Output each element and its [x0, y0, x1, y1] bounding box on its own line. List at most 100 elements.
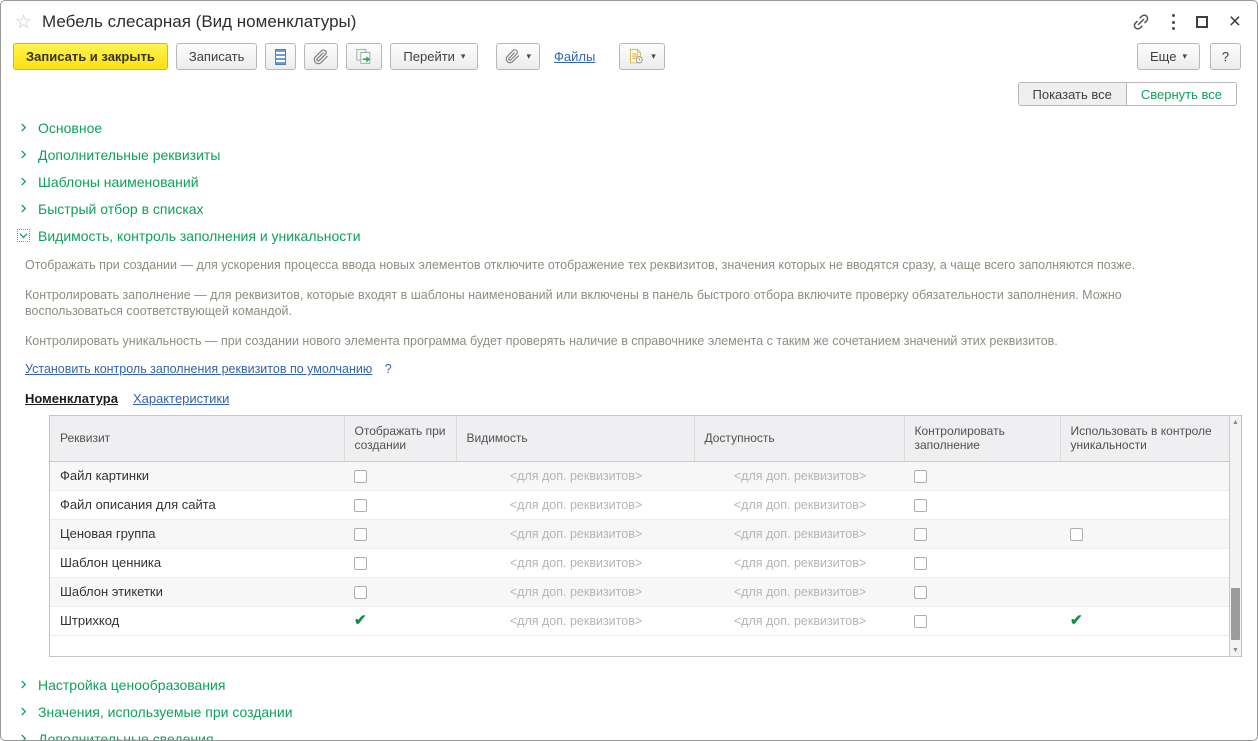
save-button[interactable]: Записать	[176, 43, 258, 70]
checkbox-unchecked[interactable]	[914, 470, 927, 483]
goto-dropdown[interactable]: Перейти ▾	[390, 43, 478, 70]
checkbox-unchecked[interactable]	[914, 499, 927, 512]
availability-cell: <для доп. реквизитов>	[694, 548, 904, 577]
placeholder-text: <для доп. реквизитов>	[466, 585, 686, 599]
placeholder-text: <для доп. реквизитов>	[704, 469, 896, 483]
attributes-grid: РеквизитОтображать при созданииВидимость…	[49, 415, 1242, 657]
visibility-cell: <для доп. реквизитов>	[456, 606, 694, 635]
section-toggle[interactable]: Дополнительные сведения	[1, 725, 1257, 741]
column-header[interactable]: Контролировать заполнение	[904, 416, 1060, 461]
scroll-up-icon[interactable]: ▲	[1230, 416, 1241, 428]
window-menu-icon[interactable]	[1172, 13, 1175, 32]
availability-cell: <для доп. реквизитов>	[694, 490, 904, 519]
paperclip-icon	[313, 49, 329, 65]
checkbox-checked[interactable]: ✔	[354, 613, 367, 630]
placeholder-text: <для доп. реквизитов>	[466, 614, 686, 628]
section-visibility-control[interactable]: Видимость, контроль заполнения и уникаль…	[1, 222, 1257, 249]
column-header[interactable]: Доступность	[694, 416, 904, 461]
table-row[interactable]: Шаблон ценника<для доп. реквизитов><для …	[50, 548, 1229, 577]
scrollbar-thumb[interactable]	[1231, 588, 1240, 640]
display-on-create-cell	[344, 490, 456, 519]
section-toggle[interactable]: Дополнительные реквизиты	[1, 141, 1257, 168]
control-fill-cell	[904, 490, 1060, 519]
section-toggle[interactable]: Шаблоны наименований	[1, 168, 1257, 195]
checkbox-unchecked[interactable]	[354, 586, 367, 599]
checkbox-unchecked[interactable]	[354, 499, 367, 512]
chevron-down-icon: ▾	[461, 51, 466, 62]
section-toggle[interactable]: Значения, используемые при создании	[1, 698, 1257, 725]
chevron-down-icon: ▾	[1182, 51, 1187, 62]
section-toggle[interactable]: Настройка ценообразования	[1, 671, 1257, 698]
table-row[interactable]: Файл описания для сайта<для доп. реквизи…	[50, 490, 1229, 519]
section-title: Дополнительные сведения	[38, 731, 214, 741]
window-title: Мебель слесарная (Вид номенклатуры)	[42, 12, 1131, 32]
copy-button[interactable]	[346, 43, 382, 70]
visibility-cell: <для доп. реквизитов>	[456, 461, 694, 490]
checkbox-unchecked[interactable]	[914, 615, 927, 628]
column-header[interactable]: Использовать в контроле уникальности	[1060, 416, 1229, 461]
maximize-icon[interactable]	[1196, 16, 1208, 28]
favorite-star-icon[interactable]: ☆	[15, 13, 32, 32]
section-title: Видимость, контроль заполнения и уникаль…	[38, 228, 361, 244]
chevron-right-icon	[17, 202, 30, 215]
section-title: Дополнительные реквизиты	[38, 147, 220, 163]
table-row[interactable]: Файл картинки<для доп. реквизитов><для д…	[50, 461, 1229, 490]
file-history-dropdown[interactable]: ▾	[619, 43, 665, 70]
paperclip-icon	[505, 49, 520, 64]
visibility-cell: <для доп. реквизитов>	[456, 577, 694, 606]
attachments-button[interactable]	[304, 43, 338, 70]
chevron-right-icon	[17, 732, 30, 741]
tabs-row: Номенклатура Характеристики	[25, 391, 1257, 406]
link-help-icon[interactable]: ?	[385, 362, 392, 376]
column-header[interactable]: Видимость	[456, 416, 694, 461]
column-header[interactable]: Отображать при создании	[344, 416, 456, 461]
checkbox-unchecked[interactable]	[354, 528, 367, 541]
checkbox-unchecked[interactable]	[354, 557, 367, 570]
attribute-name-cell: Шаблон этикетки	[50, 577, 344, 606]
collapse-all-button[interactable]: Свернуть все	[1127, 83, 1236, 105]
control-fill-cell	[904, 548, 1060, 577]
section-title: Быстрый отбор в списках	[38, 201, 204, 217]
checkbox-unchecked[interactable]	[1070, 528, 1083, 541]
column-header[interactable]: Реквизит	[50, 416, 344, 461]
section-title: Значения, используемые при создании	[38, 704, 293, 720]
chevron-down-icon: ▾	[526, 51, 531, 62]
paragraph-line: Контролировать заполнение — для реквизит…	[25, 287, 1257, 303]
description-paragraph: Контролировать уникальность — при создан…	[25, 333, 1257, 349]
close-icon[interactable]: ×	[1229, 15, 1241, 29]
description-paragraph: Контролировать заполнение — для реквизит…	[25, 287, 1257, 319]
availability-cell: <для доп. реквизитов>	[694, 577, 904, 606]
attach-file-dropdown[interactable]: ▾	[496, 43, 540, 70]
files-link[interactable]: Файлы	[554, 49, 595, 64]
tab-active[interactable]: Номенклатура	[25, 391, 118, 406]
vertical-scrollbar[interactable]: ▲ ▼	[1229, 416, 1241, 656]
control-fill-cell	[904, 461, 1060, 490]
checkbox-unchecked[interactable]	[354, 470, 367, 483]
section-toggle[interactable]: Быстрый отбор в списках	[1, 195, 1257, 222]
set-default-fill-control-link[interactable]: Установить контроль заполнения реквизито…	[25, 362, 372, 376]
uniqueness-cell	[1060, 461, 1229, 490]
chevron-right-icon	[17, 678, 30, 691]
table-row[interactable]: Шаблон этикетки <для доп. реквизитов> <для…	[50, 577, 1229, 606]
display-on-create-cell: ✔	[344, 606, 456, 635]
save-and-close-button[interactable]: Записать и закрыть	[13, 43, 168, 70]
show-all-button[interactable]: Показать все	[1019, 83, 1127, 105]
tab-link[interactable]: Характеристики	[133, 391, 229, 406]
expand-controls: Показать все Свернуть все	[1, 76, 1257, 106]
get-link-icon[interactable]	[1131, 12, 1151, 32]
uniqueness-cell: ✔	[1060, 606, 1229, 635]
checkbox-unchecked[interactable]	[914, 586, 927, 599]
section-toggle[interactable]: Основное	[1, 114, 1257, 141]
placeholder-text: <для доп. реквизитов>	[704, 556, 896, 570]
visibility-cell: <для доп. реквизитов>	[456, 490, 694, 519]
more-dropdown[interactable]: Еще ▾	[1137, 43, 1200, 70]
checkbox-checked[interactable]: ✔	[1070, 613, 1083, 630]
register-records-button[interactable]	[265, 43, 296, 70]
checkbox-unchecked[interactable]	[914, 528, 927, 541]
chevron-expanded-icon	[17, 229, 30, 242]
help-button[interactable]: ?	[1210, 43, 1241, 70]
checkbox-unchecked[interactable]	[914, 557, 927, 570]
table-row[interactable]: Ценовая группа<для доп. реквизитов><для …	[50, 519, 1229, 548]
table-row[interactable]: Штрихкод✔<для доп. реквизитов><для доп. …	[50, 606, 1229, 635]
scroll-down-icon[interactable]: ▼	[1230, 644, 1241, 656]
